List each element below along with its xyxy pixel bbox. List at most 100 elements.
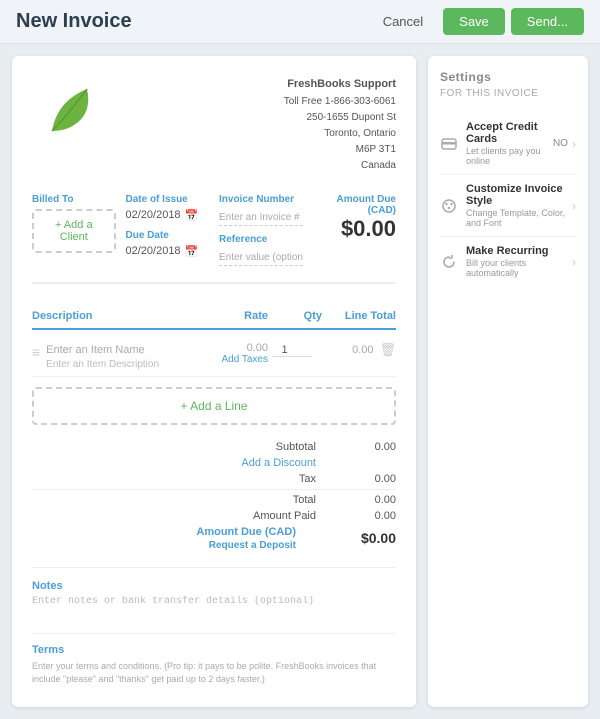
invoice-area: FreshBooks Support Toll Free 1-866-303-6… [12, 56, 416, 707]
logo-leaf-icon [42, 81, 102, 141]
discount-row: Add a Discount [32, 457, 396, 469]
company-address4: Canada [284, 158, 396, 174]
company-address3: M6P 3T1 [284, 142, 396, 158]
date-of-issue-label: Date of Issue [126, 194, 210, 205]
reference-input[interactable] [219, 250, 303, 266]
amount-due-display: $0.00 [313, 216, 397, 242]
save-button[interactable]: Save [443, 8, 505, 35]
recurring-label: Make Recurring [466, 245, 572, 257]
send-button[interactable]: Send... [511, 8, 584, 35]
tax-label: Tax [166, 473, 316, 485]
item-description-area: ≡ [32, 342, 184, 370]
date-of-issue-value: 02/20/2018 [126, 209, 181, 221]
notes-label: Notes [32, 580, 396, 592]
invoice-header: FreshBooks Support Toll Free 1-866-303-6… [32, 76, 396, 174]
item-desc-input[interactable] [46, 359, 184, 370]
total-label: Total [166, 494, 316, 506]
invoice-number-input[interactable] [219, 210, 303, 226]
palette-icon [440, 197, 458, 215]
chevron-right-icon: › [572, 137, 576, 151]
delete-line-item-icon[interactable]: 🗑 [379, 342, 396, 358]
date-of-issue-field: 02/20/2018 📅 [126, 209, 210, 222]
reference-label: Reference [219, 234, 303, 245]
request-deposit-link[interactable]: Request a Deposit [146, 540, 296, 551]
due-date-label: Due Date [126, 230, 210, 241]
settings-title: Settings [440, 70, 576, 84]
invoice-number-section: Invoice Number Reference [219, 194, 303, 266]
drag-icon[interactable]: ≡ [32, 344, 40, 370]
amount-due-section: Amount Due (CAD) $0.00 [313, 194, 397, 266]
final-amount-due-row: Amount Due (CAD) Request a Deposit $0.00 [32, 526, 396, 551]
amount-paid-label: Amount Paid [166, 510, 316, 522]
invoice-fields: Billed To + Add a Client Date of Issue 0… [32, 194, 396, 284]
add-client-button[interactable]: + Add a Client [32, 209, 116, 253]
billed-to-section: Billed To + Add a Client [32, 194, 116, 266]
due-calendar-icon[interactable]: 📅 [185, 245, 199, 258]
recurring-content: Make Recurring Bill your clients automat… [466, 245, 572, 278]
credit-cards-desc: Let clients pay you online [466, 146, 553, 166]
totals-divider [32, 489, 396, 490]
add-discount-link[interactable]: Add a Discount [166, 457, 316, 469]
due-date-value: 02/20/2018 [126, 245, 181, 257]
terms-hint: Enter your terms and conditions. (Pro ti… [32, 660, 396, 687]
add-taxes-link[interactable]: Add Taxes [188, 354, 268, 365]
rate-value: 0.00 [188, 342, 268, 354]
subtotal-value: 0.00 [336, 441, 396, 453]
qty-area [272, 342, 322, 357]
line-total-value: 0.00 [352, 344, 373, 356]
settings-sidebar: Settings FOR THIS INVOICE Accept Credit … [428, 56, 588, 707]
total-value: 0.00 [336, 494, 396, 506]
item-name-input[interactable] [46, 344, 184, 356]
notes-section: Notes [32, 567, 396, 621]
terms-label: Terms [32, 644, 396, 656]
total-row: Total 0.00 [32, 494, 396, 506]
notes-textarea[interactable] [32, 596, 396, 618]
customize-label: Customize Invoice Style [466, 183, 572, 207]
subtotal-row: Subtotal 0.00 [32, 441, 396, 453]
refresh-icon [440, 253, 458, 271]
settings-item-credit-cards[interactable]: Accept Credit Cards Let clients pay you … [440, 113, 576, 175]
add-line-button[interactable]: + Add a Line [32, 387, 396, 425]
subtotal-label: Subtotal [166, 441, 316, 453]
calendar-icon[interactable]: 📅 [185, 209, 199, 222]
company-address1: 250-1655 Dupont St [284, 110, 396, 126]
cancel-button[interactable]: Cancel [373, 9, 433, 34]
dates-section: Date of Issue 02/20/2018 📅 Due Date 02/2… [126, 194, 210, 266]
terms-section: Terms Enter your terms and conditions. (… [32, 633, 396, 687]
credit-card-icon [440, 135, 458, 153]
settings-subtitle: FOR THIS INVOICE [440, 88, 576, 99]
tax-value: 0.00 [336, 473, 396, 485]
qty-input[interactable] [272, 344, 312, 357]
credit-cards-content: Accept Credit Cards Let clients pay you … [466, 121, 553, 166]
company-phone: Toll Free 1-866-303-6061 [284, 94, 396, 110]
page-title: New Invoice [16, 10, 373, 33]
tax-row: Tax 0.00 [32, 473, 396, 485]
customize-content: Customize Invoice Style Change Template,… [466, 183, 572, 228]
final-amount-due-value: $0.00 [336, 530, 396, 546]
company-name: FreshBooks Support [284, 76, 396, 94]
description-col-header: Description [32, 310, 184, 322]
company-address2: Toronto, Ontario [284, 126, 396, 142]
credit-cards-badge: NO [553, 138, 568, 149]
settings-item-recurring[interactable]: Make Recurring Bill your clients automat… [440, 237, 576, 286]
rate-col-header: Rate [188, 310, 268, 322]
recurring-desc: Bill your clients automatically [466, 258, 572, 278]
customize-desc: Change Template, Color, and Font [466, 208, 572, 228]
line-items-header: Description Rate Qty Line Total [32, 304, 396, 330]
settings-item-customize[interactable]: Customize Invoice Style Change Template,… [440, 175, 576, 237]
due-date-field: 02/20/2018 📅 [126, 245, 210, 258]
invoice-number-label: Invoice Number [219, 194, 303, 205]
amount-due-header-label: Amount Due (CAD) [313, 194, 397, 216]
line-total-col-header: Line Total [326, 310, 396, 322]
credit-cards-label: Accept Credit Cards [466, 121, 553, 145]
line-items-section: Description Rate Qty Line Total ≡ 0.00 A… [32, 304, 396, 551]
chevron-right-icon-2: › [572, 199, 576, 213]
line-total-area: 0.00 🗑 [326, 342, 396, 358]
company-info: FreshBooks Support Toll Free 1-866-303-6… [284, 76, 396, 174]
item-name-desc-wrapper [46, 342, 184, 370]
final-amount-due-label: Amount Due (CAD) [146, 526, 296, 538]
qty-col-header: Qty [272, 310, 322, 322]
top-bar: New Invoice Cancel Save Send... [0, 0, 600, 44]
rate-area: 0.00 Add Taxes [188, 342, 268, 365]
totals-area: Subtotal 0.00 Add a Discount Tax 0.00 To… [32, 435, 396, 551]
